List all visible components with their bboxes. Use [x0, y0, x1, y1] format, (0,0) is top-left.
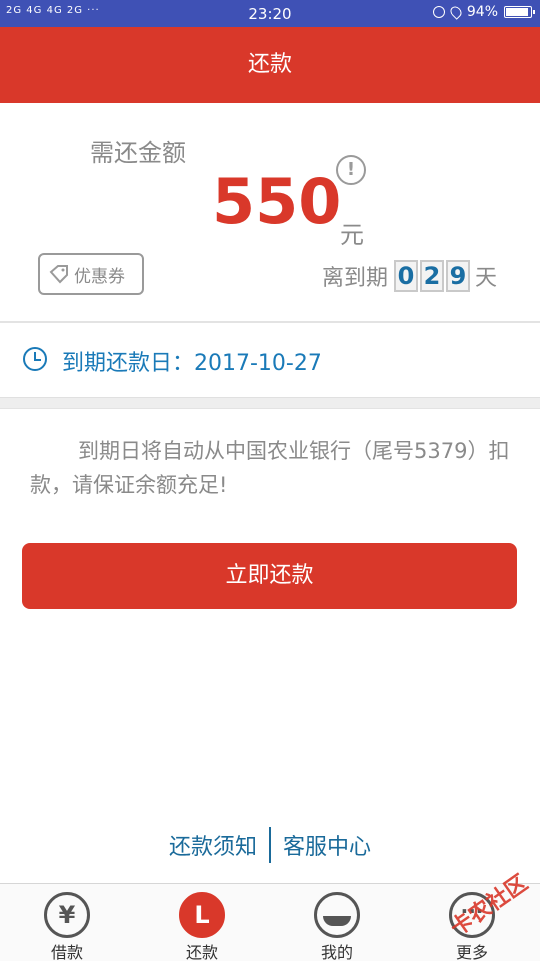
repay-now-button[interactable]: 立即还款	[22, 543, 517, 609]
alarm-icon	[432, 6, 445, 18]
profile-icon	[314, 892, 360, 938]
battery-percent: 94%	[466, 4, 498, 20]
countdown-digit: 2	[420, 260, 445, 292]
tab-label: 更多	[455, 943, 488, 962]
repay-notes-link[interactable]: 还款须知	[157, 829, 269, 861]
tab-label: 还款	[185, 943, 218, 962]
info-icon[interactable]: !	[336, 155, 366, 185]
section-divider	[0, 398, 540, 409]
countdown-digit: 0	[394, 260, 419, 292]
footer-links: 还款须知 客服中心	[0, 826, 540, 864]
status-bar: 2G 4G 4G 2G ··· 23:20 94%	[0, 0, 540, 27]
coupon-button[interactable]: 优惠券	[38, 253, 144, 295]
countdown-label: 离到期	[322, 266, 389, 291]
tab-mine[interactable]: 我的	[287, 884, 387, 962]
coupon-tag-icon	[49, 265, 68, 284]
tab-label: 我的	[320, 943, 353, 962]
countdown-digit: 9	[446, 260, 471, 292]
service-center-link[interactable]: 客服中心	[271, 829, 383, 861]
amount-card: 需还金额 550 ! 元 优惠券 离到期 0 2 9 天	[0, 103, 540, 323]
yen-icon: ¥	[44, 892, 90, 938]
amount-value: 550	[212, 165, 342, 238]
battery-icon	[504, 6, 535, 18]
countdown-unit: 天	[475, 266, 498, 291]
coupon-label: 优惠券	[74, 266, 125, 287]
repay-icon: L	[179, 892, 225, 938]
location-icon	[448, 4, 464, 20]
app-header: 还款	[0, 27, 540, 103]
auto-debit-notice: 到期日将自动从中国农业银行（尾号5379）扣款，请保证余额充足!	[30, 439, 510, 497]
status-right: 94%	[432, 4, 535, 20]
due-date-row: 到期还款日：2017-10-27	[0, 323, 540, 398]
due-date-text: 到期还款日：2017-10-27	[62, 351, 322, 376]
page-title: 还款	[247, 52, 292, 77]
amount-label: 需还金额	[90, 139, 186, 167]
tab-label: 借款	[50, 943, 83, 962]
clock-icon	[23, 347, 47, 371]
due-countdown: 离到期 0 2 9 天	[322, 258, 497, 294]
amount-unit: 元	[340, 221, 364, 249]
tab-repay[interactable]: L 还款	[152, 884, 252, 962]
tab-borrow[interactable]: ¥ 借款	[17, 884, 117, 962]
